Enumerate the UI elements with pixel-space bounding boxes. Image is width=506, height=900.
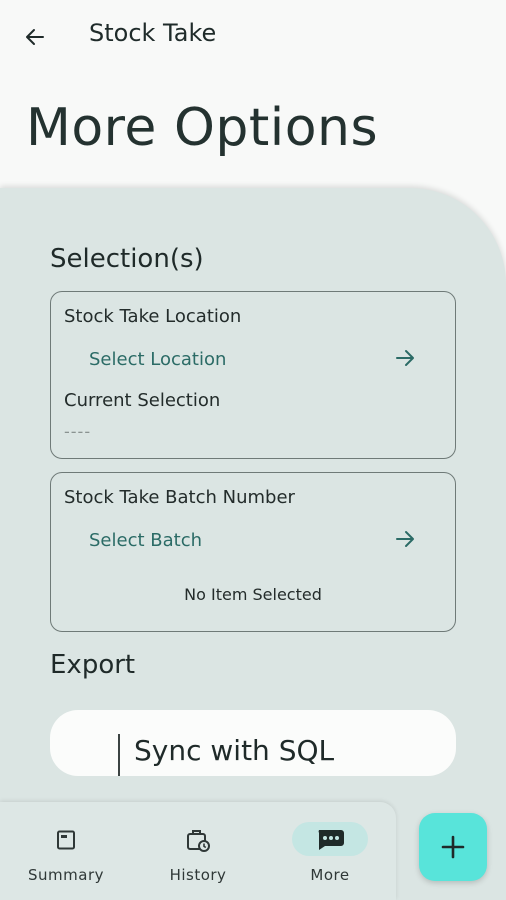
app-bar-title: Stock Take	[89, 19, 217, 47]
back-button[interactable]	[18, 20, 52, 54]
nav-label-history: History	[169, 866, 227, 884]
select-batch-text: Select Batch	[89, 529, 202, 551]
selection-heading: Selection(s)	[50, 244, 204, 274]
sync-accent-bar	[118, 734, 120, 776]
location-card: Stock Take Location Select Location Curr…	[50, 291, 456, 459]
nav-item-summary[interactable]: Summary	[11, 818, 121, 890]
bottom-navigation: Summary History More	[0, 802, 396, 900]
nav-label-more: More	[310, 866, 350, 884]
batch-status-text: No Item Selected	[184, 585, 322, 604]
top-app-bar: Stock Take	[0, 0, 506, 72]
history-icon	[178, 826, 218, 854]
add-fab-button[interactable]	[419, 813, 487, 881]
batch-card-label: Stock Take Batch Number	[64, 487, 295, 508]
nav-item-history[interactable]: History	[143, 818, 253, 890]
select-batch-button[interactable]: Select Batch	[65, 519, 443, 561]
plus-icon	[441, 835, 465, 859]
current-selection-value: ----	[64, 422, 92, 441]
summary-icon	[46, 826, 86, 854]
nav-item-more[interactable]: More	[275, 818, 385, 890]
current-selection-label: Current Selection	[64, 390, 221, 411]
sync-with-sql-button[interactable]: Sync with SQL	[50, 710, 456, 776]
sync-with-sql-label: Sync with SQL	[134, 734, 335, 767]
location-card-label: Stock Take Location	[64, 306, 242, 327]
page-title: More Options	[26, 98, 379, 158]
export-heading: Export	[50, 650, 136, 680]
arrow-forward-icon	[396, 531, 414, 547]
more-icon	[292, 822, 368, 856]
select-location-text: Select Location	[89, 348, 227, 370]
options-panel: Selection(s) Stock Take Location Select …	[0, 188, 506, 900]
select-location-button[interactable]: Select Location	[65, 338, 443, 380]
nav-label-summary: Summary	[28, 866, 104, 884]
arrow-forward-icon	[396, 350, 414, 366]
arrow-back-icon	[26, 29, 44, 45]
batch-card: Stock Take Batch Number Select Batch No …	[50, 472, 456, 632]
